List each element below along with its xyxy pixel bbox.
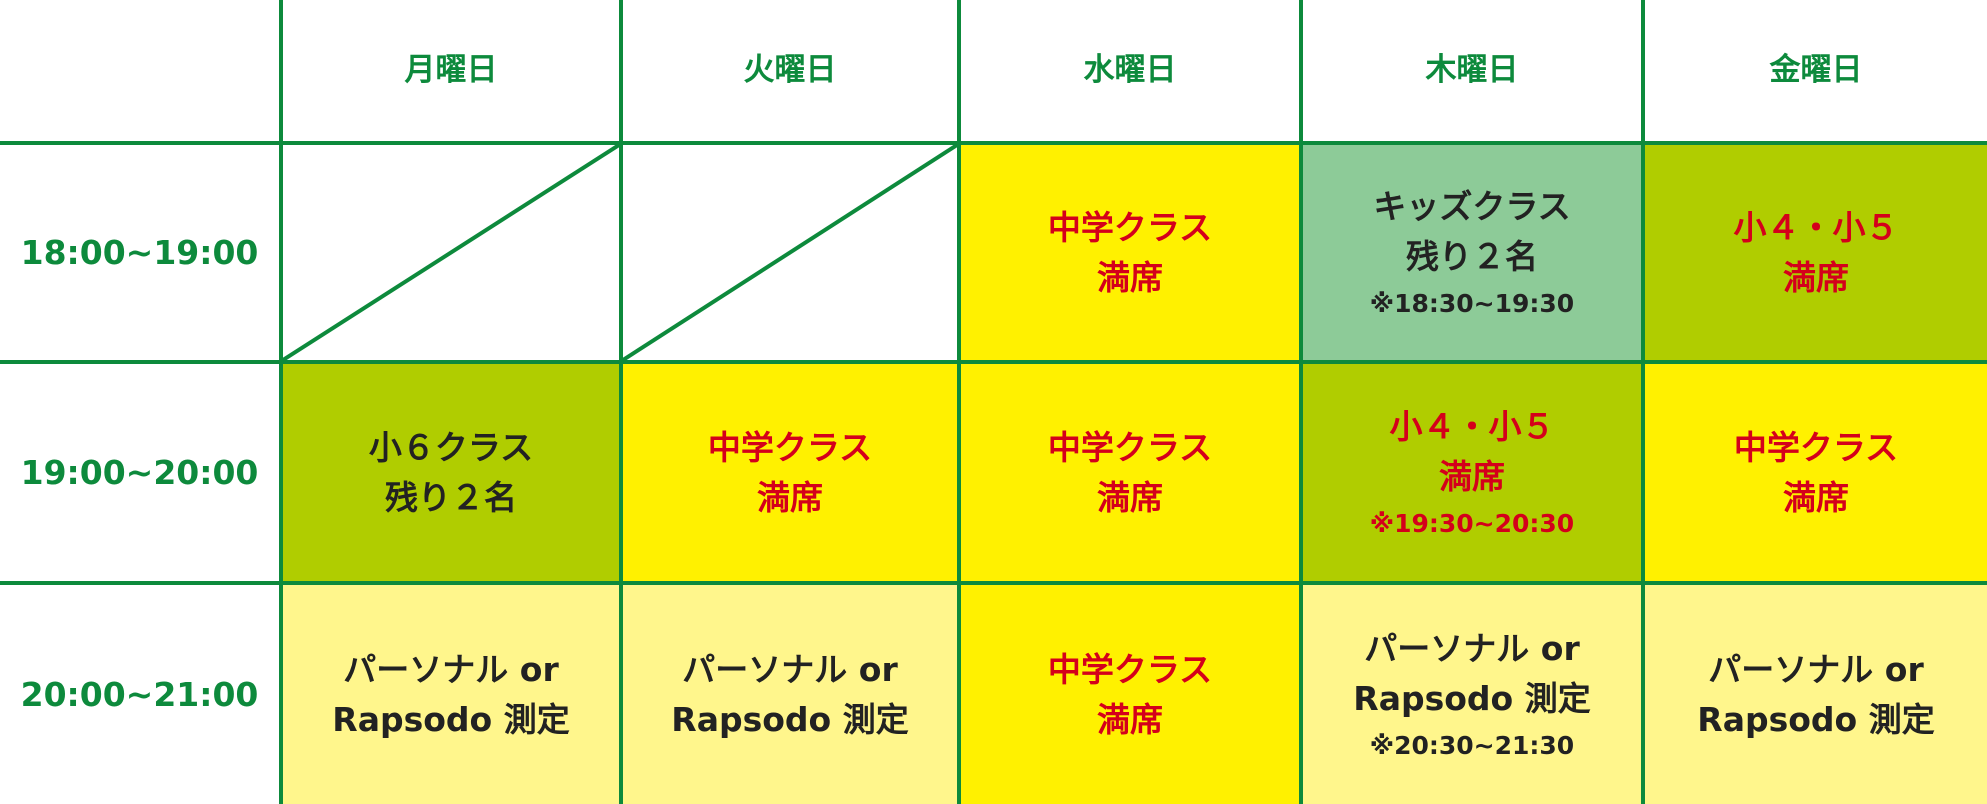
time-header-3: 20:00~21:00 bbox=[0, 585, 283, 804]
class-name: キッズクラス bbox=[1373, 187, 1571, 227]
class-name: 小４・小５ bbox=[1733, 208, 1899, 247]
class-name: 中学クラス bbox=[1047, 650, 1213, 689]
class-status: 満席 bbox=[1783, 477, 1849, 517]
diagonal-slash bbox=[623, 145, 957, 360]
day-label: 火曜日 bbox=[743, 52, 837, 89]
class-name: 小４・小５ bbox=[1389, 407, 1555, 447]
class-time-note: ※19:30~20:30 bbox=[1369, 509, 1575, 539]
class-name: パーソナル or bbox=[1364, 629, 1580, 669]
class-status: Rapsodo 測定 bbox=[1353, 678, 1591, 718]
class-status: 満席 bbox=[1439, 456, 1505, 496]
time-label: 18:00~19:00 bbox=[20, 232, 259, 272]
class-status: Rapsodo 測定 bbox=[1697, 699, 1935, 739]
time-header-1: 18:00~19:00 bbox=[0, 145, 283, 364]
class-status: 残り２名 bbox=[1406, 236, 1538, 276]
slot-thu-r3: パーソナル or Rapsodo 測定 ※20:30~21:30 bbox=[1303, 585, 1645, 804]
diagonal-slash bbox=[283, 145, 619, 360]
class-status: 満席 bbox=[1097, 257, 1163, 297]
slot-tue-r3: パーソナル or Rapsodo 測定 bbox=[623, 585, 961, 804]
slot-fri-r1: 小４・小５ 満席 bbox=[1645, 145, 1987, 364]
class-status: 満席 bbox=[1783, 257, 1849, 297]
class-time-note: ※20:30~21:30 bbox=[1369, 731, 1575, 761]
class-name: パーソナル or bbox=[343, 650, 559, 689]
empty-slot-mon-r1 bbox=[283, 145, 623, 364]
day-header-wed: 水曜日 bbox=[961, 0, 1303, 145]
class-name: パーソナル or bbox=[682, 650, 898, 689]
day-label: 金曜日 bbox=[1769, 52, 1863, 89]
time-label: 19:00~20:00 bbox=[20, 452, 259, 492]
slot-mon-r3: パーソナル or Rapsodo 測定 bbox=[283, 585, 623, 804]
slot-wed-r3: 中学クラス 満席 bbox=[961, 585, 1303, 804]
slot-tue-r2: 中学クラス 満席 bbox=[623, 364, 961, 585]
class-status: Rapsodo 測定 bbox=[671, 699, 909, 739]
class-name: パーソナル or bbox=[1708, 650, 1924, 689]
day-label: 木曜日 bbox=[1425, 52, 1519, 89]
slot-fri-r3: パーソナル or Rapsodo 測定 bbox=[1645, 585, 1987, 804]
day-label: 月曜日 bbox=[404, 52, 498, 89]
slot-wed-r2: 中学クラス 満席 bbox=[961, 364, 1303, 585]
slot-thu-r1: キッズクラス 残り２名 ※18:30~19:30 bbox=[1303, 145, 1645, 364]
class-status: 満席 bbox=[757, 477, 823, 517]
class-name: 中学クラス bbox=[1733, 428, 1899, 467]
class-status: Rapsodo 測定 bbox=[332, 699, 570, 739]
slot-mon-r2: 小６クラス 残り２名 bbox=[283, 364, 623, 585]
day-header-mon: 月曜日 bbox=[283, 0, 623, 145]
slot-wed-r1: 中学クラス 満席 bbox=[961, 145, 1303, 364]
day-header-thu: 木曜日 bbox=[1303, 0, 1645, 145]
slot-thu-r2: 小４・小５ 満席 ※19:30~20:30 bbox=[1303, 364, 1645, 585]
class-name: 中学クラス bbox=[707, 428, 873, 467]
day-label: 水曜日 bbox=[1083, 52, 1177, 89]
class-name: 小６クラス bbox=[368, 428, 534, 467]
day-header-fri: 金曜日 bbox=[1645, 0, 1987, 145]
time-label: 20:00~21:00 bbox=[20, 674, 259, 714]
class-status: 残り２名 bbox=[385, 477, 517, 517]
time-header-2: 19:00~20:00 bbox=[0, 364, 283, 585]
empty-slot-tue-r1 bbox=[623, 145, 961, 364]
class-name: 中学クラス bbox=[1047, 428, 1213, 467]
class-name: 中学クラス bbox=[1047, 208, 1213, 247]
day-header-tue: 火曜日 bbox=[623, 0, 961, 145]
corner-cell bbox=[0, 0, 283, 145]
slot-fri-r2: 中学クラス 満席 bbox=[1645, 364, 1987, 585]
schedule-table: 月曜日 火曜日 水曜日 木曜日 金曜日 18:00~19:00 中学クラス 満席… bbox=[0, 0, 1987, 804]
class-status: 満席 bbox=[1097, 477, 1163, 517]
class-status: 満席 bbox=[1097, 699, 1163, 739]
class-time-note: ※18:30~19:30 bbox=[1369, 289, 1575, 319]
